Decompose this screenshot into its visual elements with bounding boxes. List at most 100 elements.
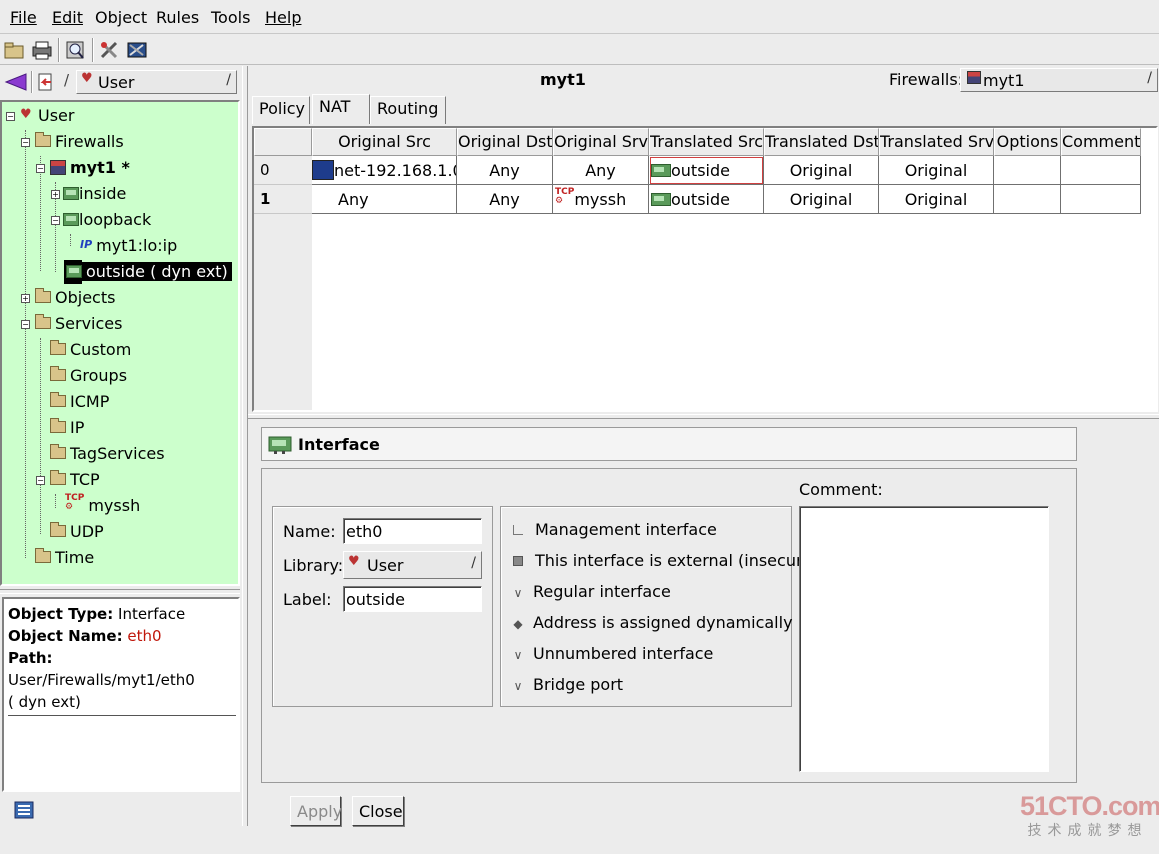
open-button[interactable] [2, 37, 28, 63]
table-cell[interactable]: outside [649, 185, 764, 214]
compile-button[interactable] [97, 37, 123, 63]
tab-policy[interactable]: Policy [252, 96, 310, 124]
table-cell[interactable]: Original [879, 185, 994, 214]
column-original-src[interactable]: Original Src [312, 128, 457, 156]
tree-node-custom[interactable]: Custom [50, 338, 131, 362]
collapse-icon[interactable]: − [21, 320, 30, 329]
column-translated-src[interactable]: Translated Src [649, 128, 764, 156]
apply-button[interactable]: Apply [290, 796, 342, 826]
tree-node-udp[interactable]: UDP [50, 520, 104, 544]
expand-icon[interactable]: + [51, 190, 60, 199]
table-cell[interactable]: net-192.168.1.0 [312, 156, 457, 185]
table-cell[interactable] [994, 185, 1061, 214]
install-button[interactable] [124, 37, 150, 63]
name-input[interactable] [343, 518, 482, 544]
tree-node-objects[interactable]: + Objects [19, 286, 115, 310]
tcp-service-icon: TCP ⚙ [65, 492, 85, 512]
tree-node-user[interactable]: − ♥ User [4, 104, 74, 128]
label-input[interactable] [343, 586, 482, 612]
table-cell[interactable]: Original [764, 156, 879, 185]
external-interface-checkbox[interactable]: This interface is external (insecure) [511, 550, 818, 572]
tree-node-myssh[interactable]: TCP ⚙ myssh [65, 492, 140, 518]
table-cell[interactable]: Original [764, 185, 879, 214]
collapse-icon[interactable]: − [36, 476, 45, 485]
menu-file[interactable]: File [10, 8, 37, 27]
dropdown-arrow-icon: / [226, 72, 231, 88]
collapse-icon[interactable]: − [51, 216, 60, 225]
table-cell[interactable] [1061, 156, 1141, 185]
tab-routing[interactable]: Routing [370, 96, 446, 124]
watermark-slogan: 技术成就梦想 [1027, 823, 1148, 839]
table-cell[interactable] [1061, 185, 1141, 214]
print-button[interactable] [29, 37, 55, 63]
editor-header: Interface [261, 427, 1077, 461]
tree-node-ip[interactable]: IP [50, 416, 84, 440]
management-interface-checkbox[interactable]: Management interface [511, 519, 717, 541]
firewall-icon [967, 71, 981, 84]
object-path-value: User/Firewalls/myt1/eth0 [8, 671, 195, 689]
tree-node-tcp[interactable]: − TCP [34, 468, 100, 492]
vertical-splitter[interactable] [242, 66, 248, 826]
find-button[interactable] [63, 37, 89, 63]
corner-header [254, 128, 312, 156]
table-cell-selected[interactable]: outside [649, 156, 764, 185]
info-toggle-icon[interactable] [14, 801, 34, 819]
comment-textarea[interactable] [799, 506, 1049, 772]
menu-edit[interactable]: Edit [52, 8, 83, 27]
tree-node-time[interactable]: Time [35, 546, 94, 570]
column-comment[interactable]: Comment [1061, 128, 1141, 156]
dynamic-address-radio[interactable]: ◆ Address is assigned dynamically [511, 612, 792, 634]
menu-help[interactable]: Help [265, 8, 301, 27]
name-label: Name: [283, 522, 336, 541]
tree-node-myt1[interactable]: − myt1 * [34, 156, 130, 180]
editor-title: Interface [298, 435, 380, 454]
column-original-dst[interactable]: Original Dst [457, 128, 553, 156]
library-selector[interactable]: ♥ User / [76, 70, 237, 94]
tree-node-groups[interactable]: Groups [50, 364, 127, 388]
tree-node-tagservices[interactable]: TagServices [50, 442, 165, 466]
library-select[interactable]: ♥ User / [343, 551, 482, 579]
tree-node-outside[interactable]: outside ( dyn ext) [64, 260, 238, 284]
expand-icon[interactable]: + [21, 294, 30, 303]
column-translated-dst[interactable]: Translated Dst [764, 128, 879, 156]
folder-icon [50, 340, 66, 355]
menu-object[interactable]: Object [95, 8, 147, 27]
tree-node-firewalls[interactable]: − Firewalls [19, 130, 124, 154]
back-icon[interactable] [4, 73, 28, 91]
table-cell[interactable]: TCP ⚙ myssh [553, 185, 649, 214]
table-cell[interactable]: Original [879, 156, 994, 185]
tree-node-inside[interactable]: + inside [49, 182, 126, 206]
horizontal-splitter[interactable] [0, 589, 240, 594]
unnumbered-interface-radio[interactable]: ∨ Unnumbered interface [511, 643, 714, 665]
firewall-selector[interactable]: myt1 / [960, 68, 1158, 92]
table-cell[interactable]: Any [553, 156, 649, 185]
regular-interface-radio[interactable]: ∨ Regular interface [511, 581, 671, 603]
interface-icon [651, 163, 671, 177]
tree-node-services[interactable]: − Services [19, 312, 122, 336]
collapse-icon[interactable]: − [21, 138, 30, 147]
column-original-srv[interactable]: Original Srv [553, 128, 649, 156]
folder-icon [35, 548, 51, 563]
table-cell[interactable]: Any [457, 156, 553, 185]
editor-splitter[interactable] [248, 414, 1159, 419]
menu-tools[interactable]: Tools [211, 8, 250, 27]
table-cell[interactable] [994, 156, 1061, 185]
rule-number-1[interactable]: 1 [254, 185, 312, 214]
up-level-icon[interactable] [37, 72, 57, 92]
tree-node-myt1-lo-ip[interactable]: IP myt1:lo:ip [80, 234, 177, 258]
menu-rules[interactable]: Rules [156, 8, 199, 27]
folder-icon [50, 522, 66, 537]
tree-node-loopback[interactable]: − loopback [49, 208, 151, 232]
folder-icon [35, 132, 51, 147]
column-options[interactable]: Options [994, 128, 1061, 156]
column-translated-srv[interactable]: Translated Srv [879, 128, 994, 156]
table-cell[interactable]: Any [312, 185, 457, 214]
tab-nat[interactable]: NAT [312, 94, 370, 124]
table-cell[interactable]: Any [457, 185, 553, 214]
collapse-icon[interactable]: − [6, 112, 15, 121]
collapse-icon[interactable]: − [36, 164, 45, 173]
close-button[interactable]: Close [352, 796, 404, 826]
bridge-port-radio[interactable]: ∨ Bridge port [511, 674, 623, 696]
rule-number-0[interactable]: 0 [254, 156, 312, 185]
tree-node-icmp[interactable]: ICMP [50, 390, 109, 414]
